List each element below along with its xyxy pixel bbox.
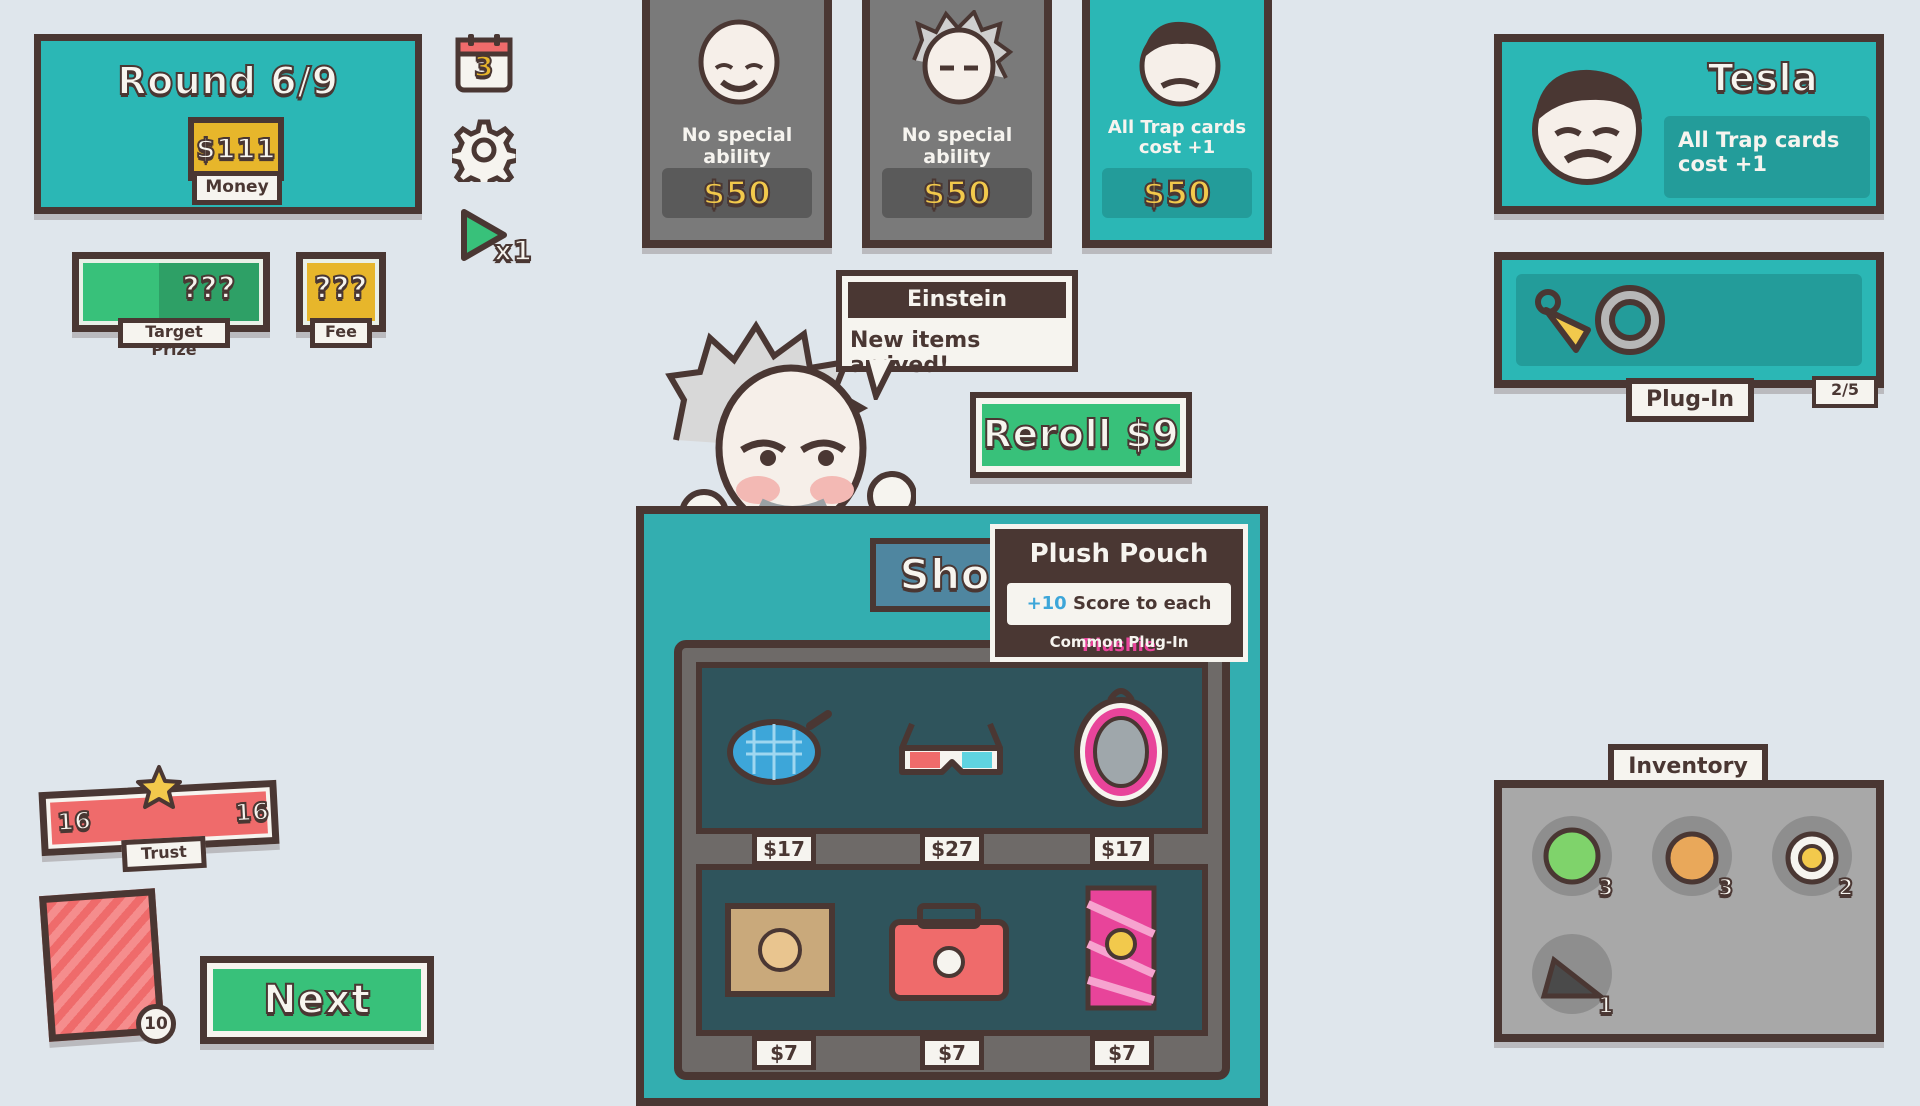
tooltip-title: Plush Pouch — [1029, 539, 1209, 569]
card-price: $50 — [1142, 173, 1212, 213]
character-card-1[interactable]: No special ability $50 — [642, 0, 832, 248]
character-name: Tesla — [1707, 55, 1819, 101]
shop-item-card-pack[interactable] — [1084, 884, 1158, 1012]
shop-item-plushie-box[interactable] — [722, 900, 838, 1000]
speech-bubble-tail — [863, 358, 897, 405]
card-price: $50 — [702, 173, 772, 213]
speaker-name-bar: Einstein — [848, 282, 1066, 318]
plugin-label: Plug-In — [1626, 378, 1754, 422]
shop-item-price: $7 — [1090, 1036, 1154, 1070]
star-icon — [134, 764, 184, 814]
target-prize-label: Target Prize — [118, 318, 230, 359]
plugin-count: 2/5 — [1812, 376, 1878, 408]
deck-count-badge: 10 — [136, 1004, 176, 1044]
card-ability: No special ability — [901, 124, 1013, 168]
trust-label: Trust — [121, 835, 207, 873]
trust-left-value: 16 — [55, 806, 93, 838]
einstein-portrait — [904, 8, 1014, 110]
card-price-box: $50 — [882, 168, 1032, 218]
speed-label: x1 — [493, 233, 533, 268]
inventory-count: 2 — [1837, 875, 1854, 902]
shop-item-3d-glasses[interactable] — [896, 708, 1006, 798]
shop-item-price: $7 — [752, 1036, 816, 1070]
item-tooltip: Plush Pouch +10 Score to each Plushie Co… — [990, 524, 1248, 662]
card-ability: All Trap cards cost +1 — [1107, 117, 1247, 158]
trust-right-value: 16 — [233, 796, 271, 828]
speech-bubble: Einstein New items arrived! — [836, 270, 1078, 378]
character-ability: All Trap cards cost +1 — [1678, 128, 1840, 176]
calendar-day: 3 — [473, 49, 494, 84]
tooltip-rarity: Common Plug-In — [1049, 633, 1189, 651]
tooltip-desc-prefix: +10 — [1026, 593, 1067, 614]
character-ability-box: All Trap cards cost +1 — [1664, 116, 1870, 198]
round-label: Round 6/9 — [116, 58, 339, 104]
card-price-box: $50 — [662, 168, 812, 218]
plugin-item-ring[interactable] — [1590, 280, 1670, 360]
round-panel: Round 6/9 $111 Money — [34, 34, 422, 214]
money-label: Money — [192, 171, 282, 205]
speaker-name: Einstein — [907, 287, 1007, 312]
inventory-count: 3 — [1597, 875, 1614, 902]
tooltip-desc-box: +10 Score to each Plushie — [1007, 583, 1231, 656]
next-button[interactable]: Next — [200, 956, 434, 1044]
tesla-portrait — [1134, 16, 1226, 108]
fee-value: ??? — [313, 270, 368, 307]
tesla-avatar — [1526, 64, 1648, 186]
money-value: $111 — [195, 131, 276, 166]
bald-scientist-portrait — [694, 16, 784, 106]
calendar-icon[interactable]: 3 — [454, 32, 514, 94]
target-prize-value: ??? — [181, 270, 236, 307]
shop-item-toolbox[interactable] — [886, 900, 1012, 1004]
character-card-2[interactable]: No special ability $50 — [862, 0, 1052, 248]
shop-item-pendant[interactable] — [1066, 680, 1176, 810]
shop-item-price: $27 — [920, 832, 984, 866]
shop-item-price: $17 — [752, 832, 816, 866]
card-price-box: $50 — [1102, 168, 1252, 218]
shop-item-racket[interactable] — [726, 706, 836, 796]
settings-gear-icon[interactable] — [447, 118, 521, 193]
plugin-panel — [1494, 252, 1884, 388]
play-speed-button[interactable]: x1 — [458, 206, 538, 272]
inventory-panel: 3 3 2 1 — [1494, 780, 1884, 1042]
card-price: $50 — [922, 173, 992, 213]
card-ability: No special ability — [681, 124, 793, 168]
fee-label: Fee — [310, 318, 372, 348]
inventory-count: 3 — [1717, 875, 1734, 902]
tooltip-desc-mid: Score to each — [1066, 593, 1212, 614]
deck-count: 10 — [144, 1014, 168, 1034]
reroll-button[interactable]: Reroll $9 — [970, 392, 1192, 478]
next-label: Next — [262, 976, 371, 1024]
inventory-count: 1 — [1597, 993, 1614, 1020]
reroll-label: Reroll $9 — [982, 411, 1180, 457]
shop-item-price: $7 — [920, 1036, 984, 1070]
character-card-3[interactable]: All Trap cards cost +1 $50 — [1082, 0, 1272, 248]
character-panel: Tesla All Trap cards cost +1 — [1494, 34, 1884, 214]
shop-item-price: $17 — [1090, 832, 1154, 866]
